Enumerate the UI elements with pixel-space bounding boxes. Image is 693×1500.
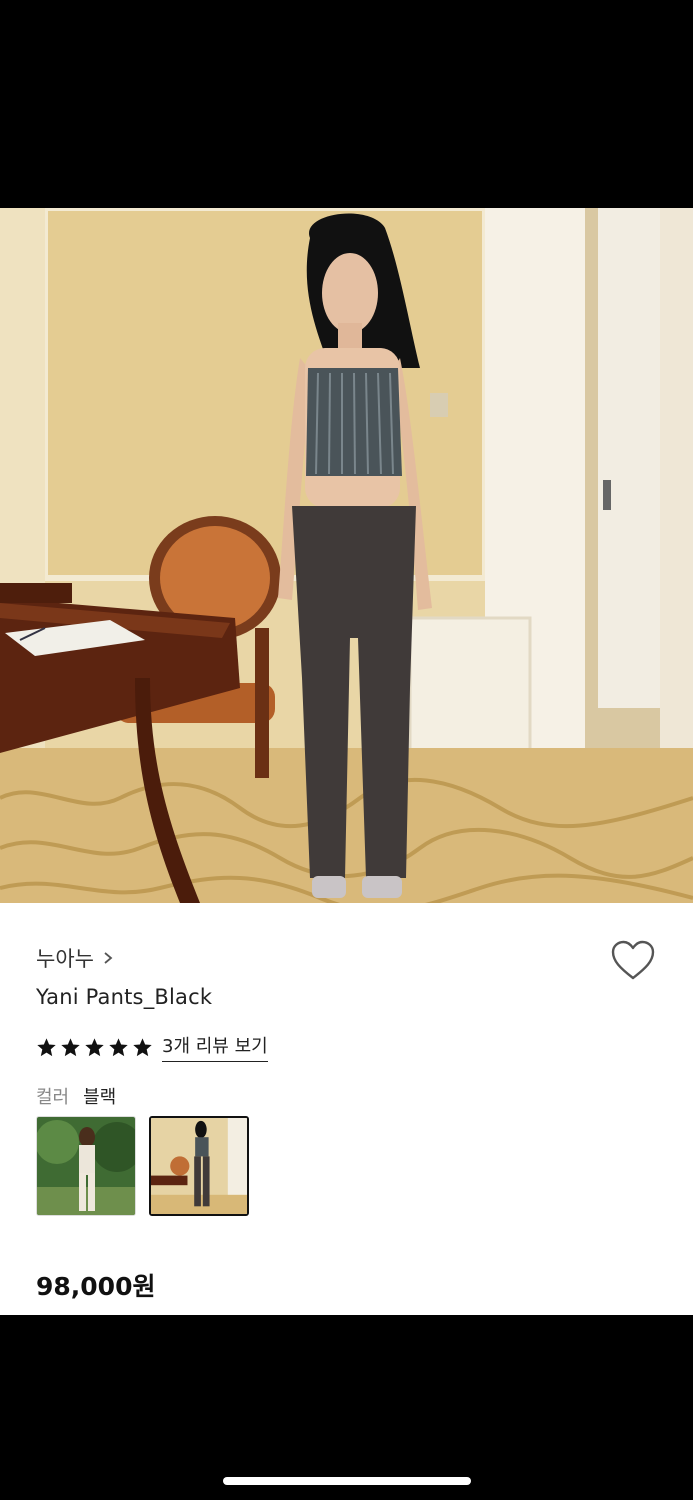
color-swatch-ivory[interactable]: [36, 1116, 136, 1216]
color-value: 블랙: [83, 1087, 117, 1108]
star-rating: [36, 1037, 153, 1058]
heart-outline-icon[interactable]: [610, 939, 656, 983]
color-swatch-list: [36, 1116, 249, 1216]
star-filled-icon: [61, 1037, 80, 1056]
swatch-thumbnail: [37, 1117, 135, 1215]
brand-name: 누아누: [36, 947, 94, 971]
star-filled-icon: [85, 1037, 104, 1056]
product-price: 98,000원: [36, 1272, 156, 1301]
home-indicator[interactable]: [223, 1477, 471, 1485]
color-swatch-black[interactable]: [149, 1116, 249, 1216]
review-link[interactable]: 3개 리뷰 보기: [162, 1032, 268, 1062]
star-filled-icon: [109, 1037, 128, 1056]
rating-row: 3개 리뷰 보기: [36, 1032, 268, 1062]
product-info-panel: 누아누 Yani Pants_Black 3개 리뷰 보기 컬러 블랙 98,0…: [0, 903, 693, 1315]
bottom-letterbox: [0, 1315, 693, 1500]
product-photo-illustration: [0, 208, 693, 903]
top-letterbox: [0, 0, 693, 208]
star-filled-icon: [37, 1037, 56, 1056]
star-filled-icon: [133, 1037, 152, 1056]
color-label: 컬러: [36, 1087, 70, 1108]
swatch-thumbnail: [151, 1118, 247, 1214]
color-option-row: 컬러 블랙: [36, 1083, 116, 1109]
chevron-right-icon: [104, 952, 113, 964]
product-title: Yani Pants_Black: [36, 985, 213, 1009]
brand-link[interactable]: 누아누: [36, 943, 114, 973]
product-photo[interactable]: [0, 208, 693, 903]
